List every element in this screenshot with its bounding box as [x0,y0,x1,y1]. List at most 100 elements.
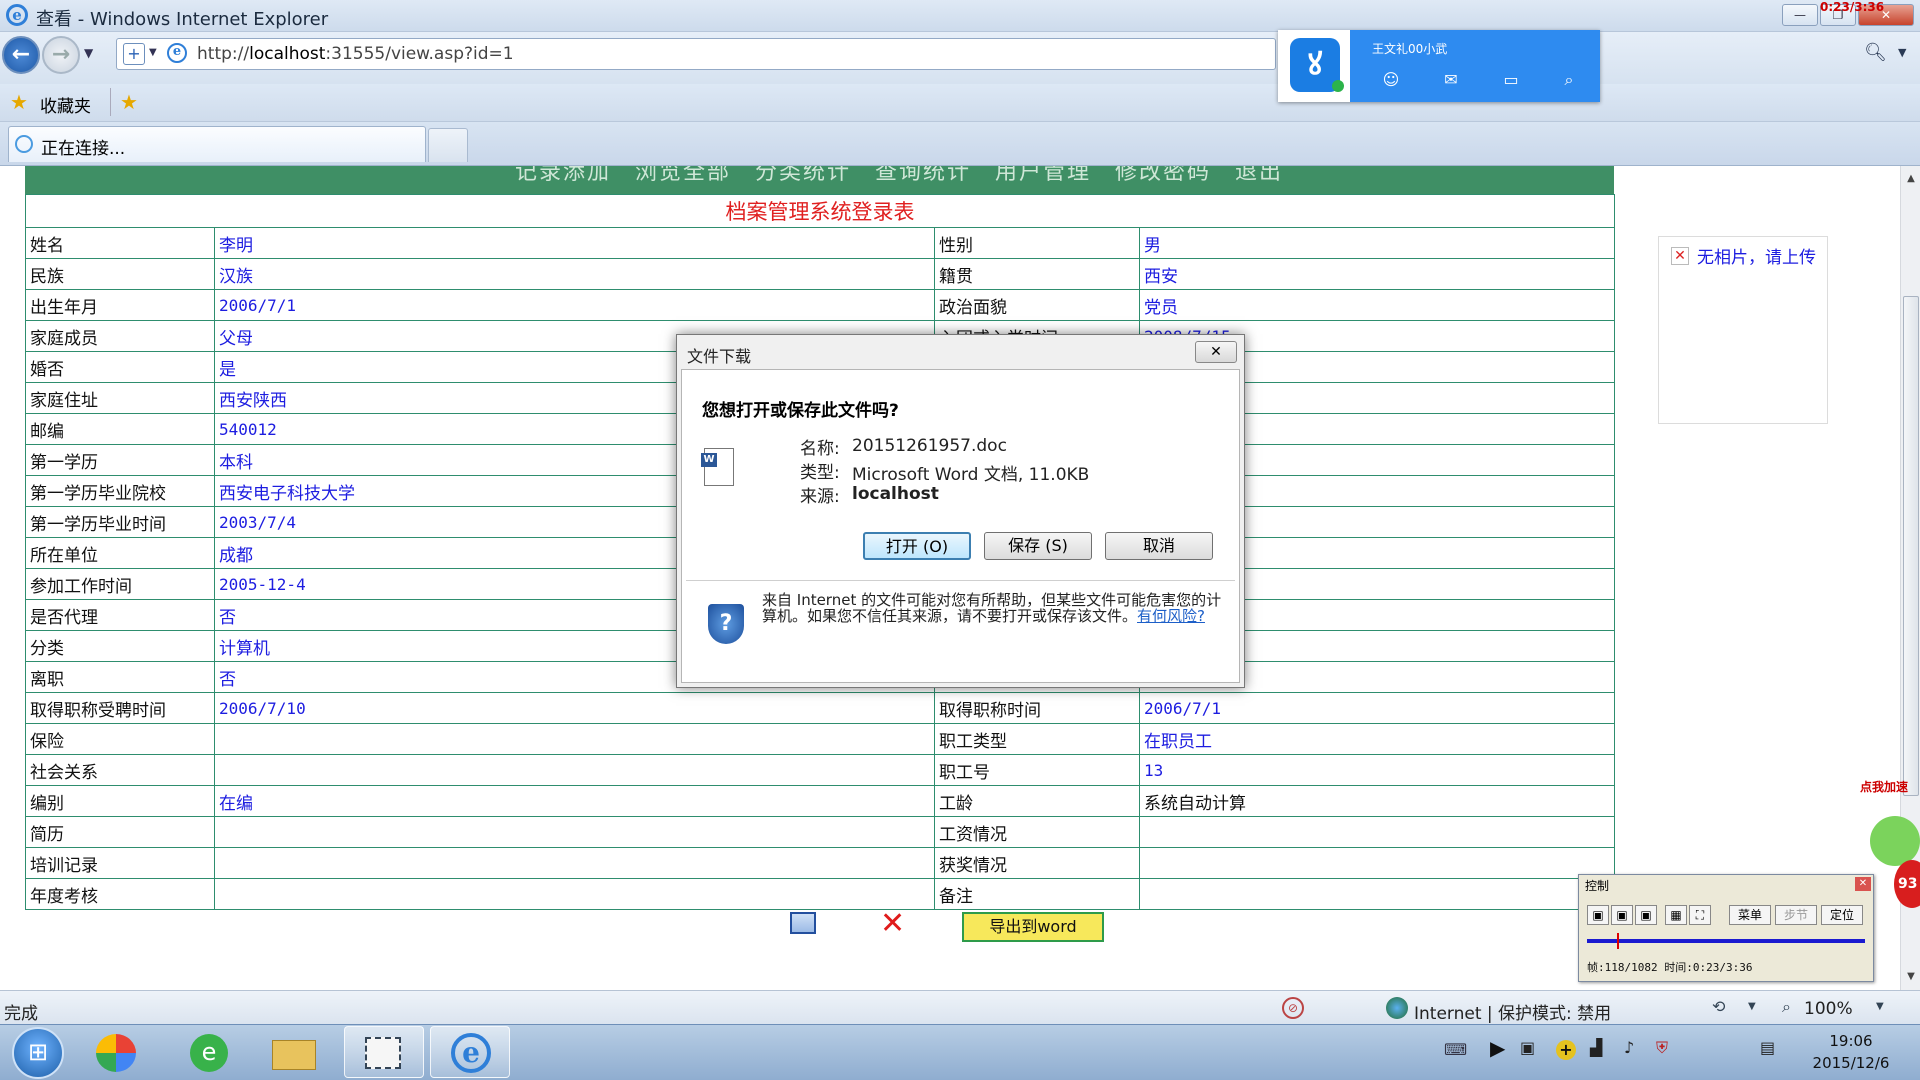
save-button[interactable]: 保存 (S) [984,532,1092,560]
field-label: 邮编 [25,413,215,445]
wallet-icon[interactable]: ▭ [1500,70,1522,90]
keyboard-icon[interactable]: ⌨ [1444,1040,1467,1059]
window-mode-icon[interactable]: ▦ [1665,905,1687,925]
table-row: 民族 汉族 籍贯 西安 [25,258,1615,290]
input-method-icon[interactable]: ▤ [1760,1038,1775,1057]
field-label: 婚否 [25,351,215,383]
file-source: localhost [852,484,939,504]
speed-up-mascot-icon[interactable] [1870,816,1920,866]
field-label: 培训记录 [25,847,215,879]
play-icon[interactable]: ▣ [1587,905,1609,925]
tab-current[interactable]: 正在连接... [8,126,426,162]
field-label: 简历 [25,816,215,848]
scroll-up-arrow-icon[interactable]: ▲ [1903,170,1919,188]
export-word-button[interactable]: 导出到word [962,912,1104,942]
field-label: 离职 [25,661,215,693]
delete-icon[interactable]: ✕ [880,906,905,941]
field-label: 第一学历毕业院校 [25,475,215,507]
network-icon[interactable]: ▟ [1590,1038,1602,1057]
new-tab-button[interactable] [428,128,468,162]
address-bar[interactable]: + ▼ e http://localhost:31555/view.asp?id… [116,38,1276,70]
forward-button[interactable]: → [42,36,80,74]
pause-icon[interactable]: ▣ [1611,905,1633,925]
new-tab-icon[interactable]: + [123,43,145,65]
favorites-star-icon[interactable]: ★ [10,90,28,114]
step-button[interactable]: 步节 [1775,905,1817,925]
back-button[interactable]: ← [2,36,40,74]
add-tray-icon[interactable]: + [1556,1040,1576,1060]
field-label: 性别 [934,227,1140,259]
field-label: 工资情况 [934,816,1140,848]
folder-icon [272,1040,316,1070]
zone-dropdown-icon[interactable]: ▼ [1748,1001,1756,1012]
field-value: 13 [1139,754,1615,786]
risk-link[interactable]: 有何风险? [1137,607,1205,625]
locate-button[interactable]: 定位 [1821,905,1863,925]
volume-icon[interactable]: ♪ [1624,1038,1634,1057]
zoom-dropdown-icon[interactable]: ▼ [1876,1001,1884,1012]
zoom-level[interactable]: 100% [1804,999,1853,1019]
dialog-close-button[interactable]: ✕ [1195,341,1237,363]
playback-control-panel: 控制 ✕ ▣ ▣ ▣ ▦ ⛶ 菜单 步节 定位 帧:118/1082 时间:0:… [1578,874,1874,982]
field-label: 编别 [25,785,215,817]
field-value: 2006/7/1 [214,289,935,321]
qq-space-icon[interactable]: ☺ [1380,70,1402,90]
search-icon[interactable]: 🔍︎ [1864,42,1887,63]
scroll-down-arrow-icon[interactable]: ▼ [1903,968,1919,986]
ie-logo-icon: e [6,4,28,26]
taskbar-tool[interactable] [344,1026,424,1078]
scroll-thumb[interactable] [1903,296,1919,796]
recording-time: 0:23/3:36 [1820,0,1885,14]
zoom-icon[interactable]: ⌕ [1782,997,1791,1017]
field-value: 2006/7/1 [1139,692,1615,724]
edit-icon[interactable] [790,912,816,934]
speed-up-label[interactable]: 点我加速 [1860,778,1908,795]
fullscreen-icon[interactable]: ⛶ [1689,905,1711,925]
add-favorite-icon[interactable]: ★ [120,90,138,114]
favorites-button[interactable]: 收藏夹 [40,92,91,117]
security-tray-icon[interactable]: ⛨ [1656,1038,1668,1058]
table-row: 年度考核 备注 [25,878,1615,910]
field-label: 年度考核 [25,878,215,910]
table-row: 出生年月 2006/7/1 政治面貌 党员 [25,289,1615,321]
taskbar-explorer[interactable] [256,1026,336,1078]
dialog-title: 文件下载 [687,347,752,366]
status-text: 完成 [4,1004,38,1024]
field-label: 工龄 [934,785,1140,817]
control-close-button[interactable]: ✕ [1855,877,1871,891]
taskbar-app-1[interactable] [78,1026,158,1078]
play-tray-icon[interactable]: ▶ [1490,1036,1505,1060]
speed-percentage: 93 [1894,860,1920,908]
dropdown-icon[interactable]: ▼ [149,47,157,58]
security-warning: 来自 Internet 的文件可能对您有所帮助，但某些文件可能危害您的计算机。如… [762,591,1222,625]
top-menu-text[interactable]: 记录添加 浏览全部 分类统计 查询统计 用户管理 修改密码 退出 [515,166,1283,186]
protected-mode-icon[interactable]: ⟲ [1712,997,1725,1016]
start-button[interactable]: ⊞ [12,1027,64,1079]
control-title: 控制 [1585,879,1610,893]
system-clock[interactable]: 19:06 2015/12/6 [1796,1030,1906,1074]
clock-date: 2015/12/6 [1812,1054,1890,1072]
progress-knob[interactable] [1617,933,1619,949]
broken-image-icon: ✕ [1671,247,1689,265]
qq-notification-popup[interactable]: ꙋ 王文礼00小武 ☺ ✉ ▭ ⌕ [1278,30,1600,102]
clock-time: 19:06 [1829,1032,1873,1050]
camera-tray-icon[interactable]: ▣ [1520,1038,1535,1057]
page-icon: e [167,43,187,63]
step-icon[interactable]: ▣ [1635,905,1657,925]
search-dropdown-icon[interactable]: ▼ [1898,46,1906,59]
qq-search-icon[interactable]: ⌕ [1558,70,1580,90]
popup-blocker-icon[interactable]: ⊘ [1282,997,1304,1019]
progress-track[interactable] [1587,939,1865,943]
taskbar-ie[interactable]: e [430,1026,510,1078]
open-button[interactable]: 打开 (O) [863,532,971,560]
mail-icon[interactable]: ✉ [1440,70,1462,90]
name-label: 名称: [800,439,840,459]
url-text: http://localhost:31555/view.asp?id=1 [197,44,514,64]
field-value [214,847,935,879]
history-dropdown-icon[interactable]: ▼ [84,46,93,60]
control-menu-button[interactable]: 菜单 [1729,905,1771,925]
taskbar-app-2[interactable]: e [170,1026,250,1078]
cancel-button[interactable]: 取消 [1105,532,1213,560]
field-label: 参加工作时间 [25,568,215,600]
minimize-button[interactable]: — [1782,4,1818,26]
